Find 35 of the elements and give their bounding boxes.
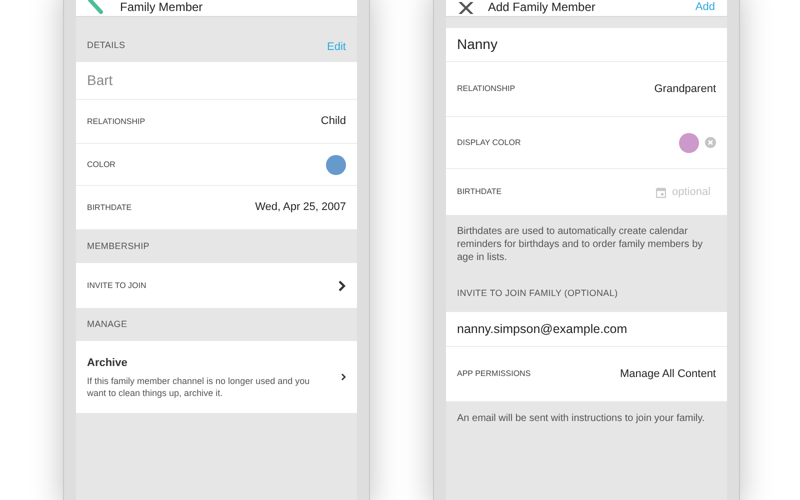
item-label: INVITE TO JOIN [87,280,146,292]
help-text: An email will be sent with instructions to join your family. [457,412,706,425]
field-label: COLOR [87,158,116,170]
field-value[interactable]: Wed, Apr 25, 2007 [255,199,346,216]
date-field[interactable]: optional [672,184,716,200]
list-item[interactable]: INVITE TO JOIN [76,263,357,308]
section-header: MANAGE [87,318,128,331]
field-label: RELATIONSHIP [457,83,516,95]
color-swatch[interactable] [326,154,346,174]
section-header: INVITE TO JOIN FAMILY (OPTIONAL) [457,287,618,300]
email-field[interactable]: nanny.simpson@example.com [446,312,727,347]
name-field: Bart [87,70,113,91]
color-swatch[interactable] [679,132,699,152]
chevron-icon [340,371,346,383]
chevron-icon [338,280,346,292]
list-item[interactable]: Archive If this family member channel is no longer used and you want to clean things up, archive it. [76,341,357,413]
field-value[interactable]: Child [320,113,346,130]
field-value[interactable]: Grandparent [654,80,716,98]
item-title: Archive [87,356,128,372]
screen-title: Family Member [120,1,204,14]
field-label: APP PERMISSIONS [457,368,531,380]
help-text: Birthdates are used to automatically create calendar reminders for birthdays and to order family members by age in lists. [457,225,704,264]
field-label: RELATIONSHIP [87,116,146,128]
item-description: If this family member channel is no longer used and you want to clean things up, archive it. [87,374,311,399]
screen-title: Add Family Member [488,1,596,14]
section-header: MEMBERSHIP [87,240,150,253]
section-header: DETAILS [87,39,126,52]
name-field[interactable]: Nanny [457,34,498,55]
clear-icon[interactable] [705,137,716,148]
calendar-icon [656,186,666,198]
field-value[interactable]: Manage All Content [620,366,716,382]
close-icon[interactable] [458,2,474,14]
field-label: BIRTHDATE [457,186,502,198]
field-label: DISPLAY COLOR [457,136,521,148]
field-label: BIRTHDATE [87,202,132,214]
